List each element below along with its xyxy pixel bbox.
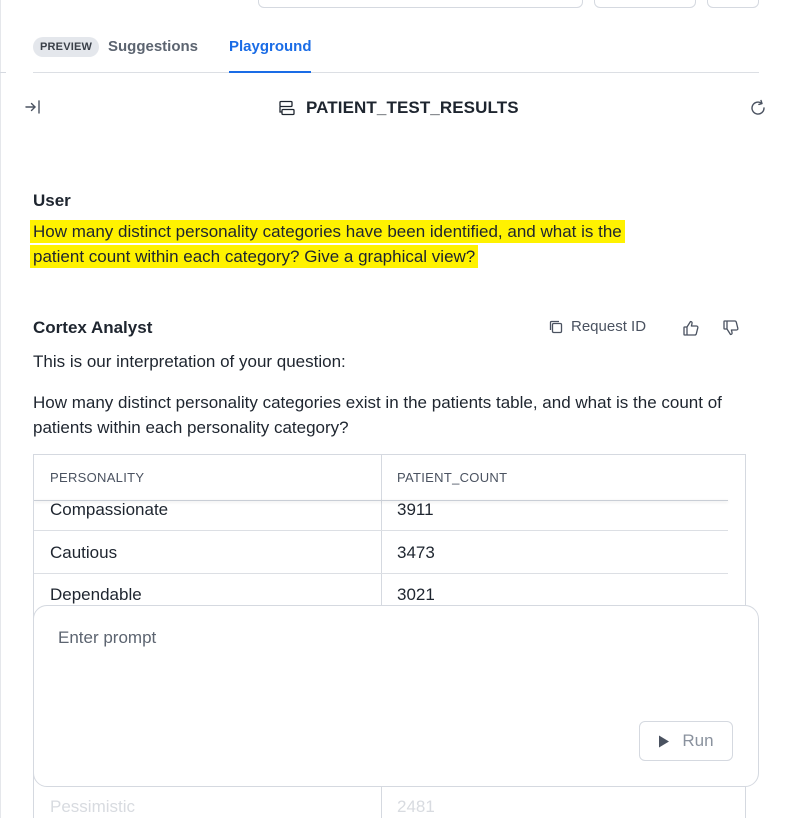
top-toolbar-button [594,0,696,8]
table-cell-personality: Cautious [50,543,118,562]
table-cell-personality: Dependable [50,585,142,604]
run-button-label: Run [682,731,714,750]
page-title: PATIENT_TEST_RESULTS [278,96,519,120]
play-icon [659,735,670,747]
top-toolbar-field [258,0,583,8]
panel-divider [0,0,1,818]
table-cell-personality: Compassionate [50,500,169,519]
row-divider [34,530,728,531]
table-cell-count: 2481 [397,797,435,816]
table-cell-count: 3021 [397,585,435,604]
request-id-button[interactable]: Request ID [548,318,646,335]
top-toolbar-button-small [707,0,759,8]
semantic-model-icon [279,100,295,116]
request-id-label: Request ID [571,318,647,335]
table-header-divider [34,500,728,501]
column-header-patient-count[interactable]: PATIENT_COUNT [397,455,507,500]
tab-suggestions[interactable]: Suggestions [108,37,198,57]
interpretation-text: This is our interpretation of your quest… [33,352,346,371]
analyst-label: Cortex Analyst [33,318,153,337]
interpreted-question: How many distinct personality categories… [33,393,722,437]
collapse-panel-icon[interactable] [24,98,42,116]
table-cell-personality: Pessimistic [50,797,136,816]
user-message-line-2: patient count within each category? Give… [30,245,479,268]
prompt-input[interactable] [58,628,718,648]
user-message-line-1: How many distinct personality categories… [30,220,625,243]
row-divider [34,573,728,574]
column-header-personality[interactable]: PERSONALITY [50,455,144,500]
thumbs-up-icon[interactable] [682,319,700,337]
thumbs-down-icon[interactable] [722,319,740,337]
table-cell-count: 3911 [397,500,434,519]
table-cell-count: 3473 [397,543,435,562]
active-tab-indicator [229,71,311,73]
refresh-icon[interactable] [748,98,768,118]
page-title-text: PATIENT_TEST_RESULTS [306,98,519,117]
user-label: User [33,191,71,210]
run-button[interactable]: Run [639,721,733,761]
prompt-panel: Run [33,605,759,787]
panel-divider-tick [0,72,6,73]
tab-bar: PREVIEW Suggestions Playground [33,30,759,73]
preview-badge: PREVIEW [33,37,100,57]
copy-icon [549,320,563,333]
user-message: How many distinct personality categories… [30,219,730,269]
tab-playground[interactable]: Playground [229,37,312,57]
